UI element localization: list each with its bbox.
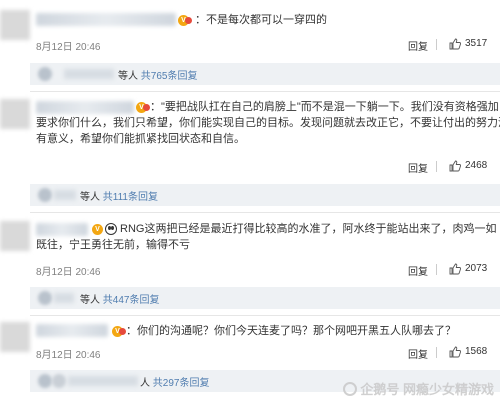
- reply-button[interactable]: 回复: [408, 263, 428, 278]
- comment-text: ：不是每次都可以一穿四的: [195, 14, 327, 26]
- thumbs-up-icon[interactable]: [449, 346, 461, 358]
- avatar[interactable]: [0, 221, 30, 251]
- separator: [436, 161, 437, 172]
- avatar[interactable]: [0, 10, 30, 40]
- penguin-logo-icon: [343, 382, 358, 396]
- like-count: 2073: [465, 263, 488, 274]
- username-blurred[interactable]: [36, 223, 88, 236]
- comment-date: 8月12日 20:46: [36, 267, 101, 278]
- replies-prefix: 等人: [118, 71, 138, 82]
- comment-text-line-2: 要求你们什么，我们只希望，你们能实现自己的目标。发现问题就去改正它，不要让付出的…: [36, 117, 500, 129]
- username-blurred[interactable]: [36, 13, 176, 26]
- reply-button[interactable]: 回复: [408, 346, 428, 361]
- avatar[interactable]: [0, 322, 30, 352]
- reply-names-blurred: [54, 293, 74, 303]
- view-replies-link[interactable]: 共297条回复: [153, 378, 210, 389]
- reply-names-blurred: [64, 69, 114, 79]
- level-badge-icon: [119, 328, 126, 335]
- replies-summary-text: 等人 共111条回复: [80, 188, 158, 203]
- reply-names-blurred: [54, 190, 76, 200]
- replies-summary-text: 等人 共765条回复: [118, 67, 197, 82]
- username-blurred[interactable]: [36, 101, 134, 114]
- separator: [436, 347, 437, 358]
- divider: [30, 315, 500, 316]
- mini-avatar: [38, 188, 52, 202]
- replies-prefix: 等人: [80, 192, 100, 203]
- like-count: 1568: [465, 346, 488, 357]
- comment-text-line-2: 既往，宁王勇往无前，输得不亏: [36, 239, 190, 251]
- replies-summary-text: 等人 共447条回复: [80, 291, 159, 306]
- thumbs-up-icon[interactable]: [449, 38, 461, 50]
- replies-summary[interactable]: 等人 共447条回复: [30, 287, 500, 309]
- level-badge-icon: [143, 104, 150, 111]
- avatar[interactable]: [0, 99, 30, 129]
- view-replies-link[interactable]: 共447条回复: [103, 295, 160, 306]
- panda-emoji-icon: [105, 223, 117, 235]
- like-count: 2468: [465, 160, 488, 171]
- divider: [30, 212, 500, 213]
- view-replies-link[interactable]: 共765条回复: [141, 71, 198, 82]
- comment-text-line-3: 有意义，希望你们能抓紧找回状态和自信。: [36, 133, 245, 145]
- comment-text-line-1: ："要把战队扛在自己的肩膀上"而不是混一下躺一下。我们没有资格强加: [150, 101, 499, 113]
- replies-prefix: 人: [140, 378, 150, 389]
- replies-summary[interactable]: 等人 共765条回复: [30, 63, 500, 85]
- mini-avatar: [38, 374, 52, 388]
- comment-date: 8月12日 20:46: [36, 350, 101, 361]
- thumbs-up-icon[interactable]: [449, 263, 461, 275]
- replies-summary[interactable]: 等人 共111条回复: [30, 184, 500, 206]
- divider: [30, 91, 500, 92]
- thumbs-up-icon[interactable]: [449, 160, 461, 172]
- vip-badge-icon: V: [92, 224, 103, 235]
- comment-date: 8月12日 20:46: [36, 42, 101, 53]
- view-replies-link[interactable]: 共111条回复: [103, 192, 158, 203]
- reply-names-blurred: [68, 376, 138, 386]
- watermark-text: 企鹅号 网瘾少女精游戏: [360, 382, 494, 397]
- watermark: 企鹅号 网瘾少女精游戏: [343, 379, 494, 398]
- reply-button[interactable]: 回复: [408, 38, 428, 53]
- mini-avatar: [38, 291, 52, 305]
- replies-prefix: 等人: [80, 295, 100, 306]
- separator: [436, 39, 437, 50]
- separator: [436, 264, 437, 275]
- mini-avatar: [38, 67, 52, 81]
- replies-summary-text: 人 共297条回复: [140, 374, 209, 389]
- like-count: 3517: [465, 38, 488, 49]
- mini-avatar: [52, 374, 66, 388]
- reply-button[interactable]: 回复: [408, 160, 428, 175]
- level-badge-icon: [185, 17, 192, 24]
- comment-text: ：你们的沟通呢？你们今天连麦了吗？那个网吧开黑五人队哪去了？: [126, 325, 456, 337]
- username-blurred[interactable]: [36, 324, 108, 337]
- comment-text-line-1: RNG这两把已经是最近打得比较高的水准了，阿水终于能站出来了，肉鸡一如: [120, 223, 497, 235]
